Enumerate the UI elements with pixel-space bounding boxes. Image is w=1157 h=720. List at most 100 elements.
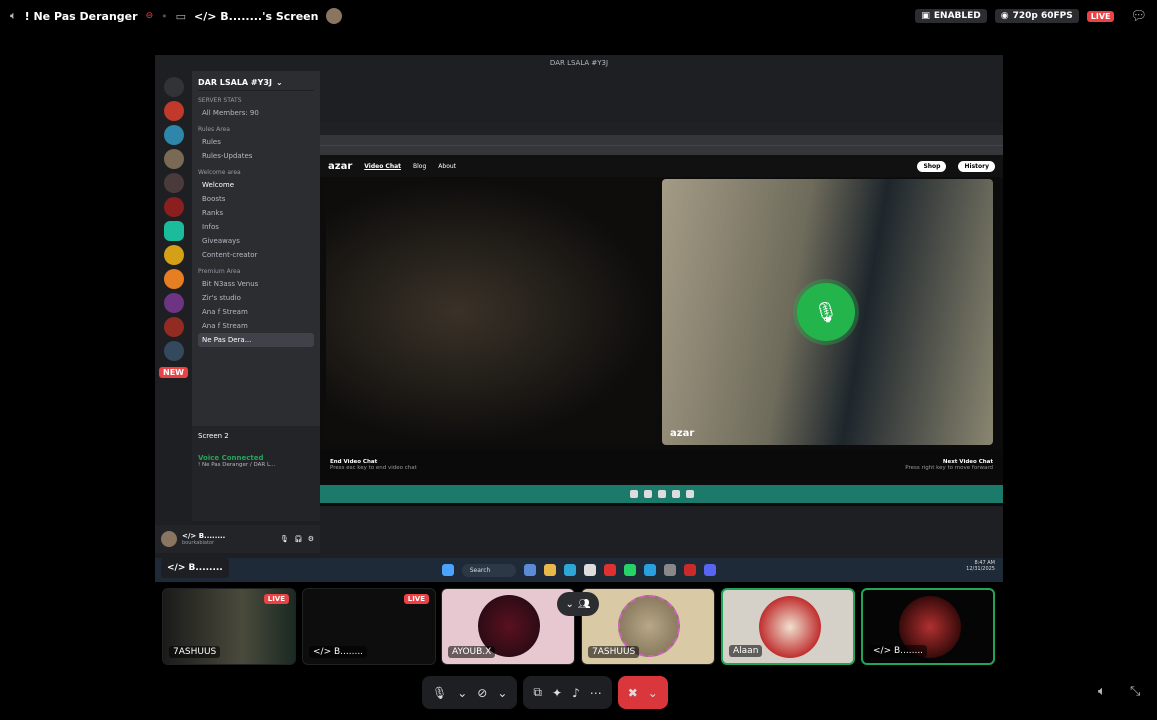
gear-icon[interactable]: ⚙ xyxy=(308,535,314,543)
exit-fullscreen-icon[interactable]: ⤡ xyxy=(1130,684,1140,699)
camera-off-icon[interactable]: ⊘ xyxy=(477,686,487,700)
channel-list: DAR LSALA #Y3J ⌄ SERVER STATS All Member… xyxy=(192,71,320,426)
channel-item[interactable]: Ana f Stream xyxy=(198,319,314,333)
app-icon[interactable] xyxy=(624,564,637,576)
enabled-badge[interactable]: ▣ ENABLED xyxy=(915,9,987,23)
app-icon[interactable] xyxy=(657,490,666,498)
leave-call-icon[interactable]: ✖ xyxy=(628,686,638,700)
channel-item[interactable]: Giveaways xyxy=(198,234,314,248)
server-icon[interactable] xyxy=(163,341,184,361)
mic-icon[interactable]: 🎙︎ xyxy=(432,686,447,700)
participant-name: 7ASHUUS xyxy=(588,646,640,658)
chevron-down-icon[interactable]: ⌄ xyxy=(648,686,658,700)
server-icon[interactable] xyxy=(163,101,184,121)
category-header[interactable]: Rules Area xyxy=(198,126,314,133)
nav-blog[interactable]: Blog xyxy=(413,163,426,170)
streamer-name-tag: </> B........ xyxy=(161,558,229,578)
channel-item[interactable]: Boosts xyxy=(198,192,314,206)
separator-dot: • xyxy=(161,9,168,23)
app-icon[interactable] xyxy=(584,564,597,576)
collapse-tiles-button[interactable]: ⌄ 👥︎ xyxy=(557,592,599,616)
start-icon[interactable] xyxy=(629,490,638,498)
participant-tile[interactable]: LIVE </> B........ xyxy=(302,588,436,665)
server-icon[interactable] xyxy=(163,317,184,337)
participant-name: </> B........ xyxy=(869,645,928,657)
channel-item[interactable]: Infos xyxy=(198,220,314,234)
volume-icon[interactable]: 🔈︎ xyxy=(1098,684,1106,699)
mic-icon[interactable]: 🎙︎ xyxy=(797,283,855,341)
voice-connected-status[interactable]: Voice Connected xyxy=(198,454,314,462)
app-icon[interactable] xyxy=(704,564,717,576)
taskbar-search[interactable]: Search xyxy=(461,563,517,577)
stream-view[interactable]: DAR LSALA #Y3J NEW DAR LSALA #Y3J ⌄ SERV… xyxy=(155,55,1003,582)
app-icon[interactable] xyxy=(671,490,680,498)
server-icon[interactable] xyxy=(163,125,184,145)
screen-icon: ▭ xyxy=(175,9,187,23)
channel-item[interactable]: Rules-Updates xyxy=(198,149,314,163)
category-header[interactable]: Premium Area xyxy=(198,268,314,275)
eye-icon: ◉ xyxy=(1000,11,1009,21)
app-icon[interactable] xyxy=(604,564,617,576)
activities-icon[interactable]: ✦ xyxy=(552,686,562,700)
app-icon[interactable] xyxy=(684,564,697,576)
server-icon[interactable] xyxy=(163,245,184,265)
windows-taskbar: Search xyxy=(155,558,1003,582)
server-icon[interactable] xyxy=(163,197,184,217)
channel-item[interactable]: Ranks xyxy=(198,206,314,220)
history-button[interactable]: History xyxy=(958,160,995,172)
server-icon[interactable] xyxy=(163,269,184,289)
channel-item[interactable]: Rules xyxy=(198,135,314,149)
category-header[interactable]: SERVER STATS xyxy=(198,97,314,104)
participant-tile[interactable]: </> B........ xyxy=(861,588,995,665)
chevron-down-icon[interactable]: ⌄ xyxy=(497,686,507,700)
end-chat[interactable]: End Video Chat Press esc key to end vide… xyxy=(330,459,417,471)
app-icon[interactable] xyxy=(643,490,652,498)
server-icon[interactable] xyxy=(163,293,184,313)
call-header: 🔈︎ ! Ne Pas Deranger ⊖ • ▭ </> B........… xyxy=(0,0,1157,32)
chat-icon[interactable]: 💬︎ xyxy=(1130,9,1147,24)
nav-about[interactable]: About xyxy=(438,163,456,170)
browser-tabs[interactable] xyxy=(320,123,1003,135)
voice-channel-name: ! Ne Pas Deranger xyxy=(24,9,138,23)
next-chat[interactable]: Next Video Chat Press right key to move … xyxy=(905,459,993,471)
nav-video-chat[interactable]: Video Chat xyxy=(364,163,401,170)
screenshare-icon[interactable]: ⧉ xyxy=(533,685,542,700)
participant-tile[interactable]: Alaan xyxy=(721,588,855,665)
mic-icon[interactable]: 🎙︎ xyxy=(280,535,289,543)
server-header[interactable]: DAR LSALA #Y3J ⌄ xyxy=(198,75,314,91)
participant-tile[interactable]: AYOUB.X xyxy=(441,588,575,665)
leave-group: ✖ ⌄ xyxy=(617,676,668,709)
server-icon[interactable] xyxy=(163,149,184,169)
participant-tile[interactable]: 7ASHUUS xyxy=(581,588,715,665)
category-header[interactable]: Welcome area xyxy=(198,169,314,176)
app-icon[interactable] xyxy=(564,564,577,576)
app-icon[interactable] xyxy=(544,564,557,576)
speaker-icon: 🔈︎ xyxy=(10,9,17,22)
app-icon[interactable] xyxy=(685,490,694,498)
server-icon[interactable] xyxy=(163,221,184,241)
azar-logo[interactable]: azar xyxy=(328,161,352,172)
chevron-down-icon[interactable]: ⌄ xyxy=(457,686,467,700)
avatar[interactable] xyxy=(161,531,177,547)
app-icon[interactable] xyxy=(644,564,657,576)
discord-home-icon[interactable] xyxy=(163,77,184,97)
app-icon[interactable] xyxy=(524,564,537,576)
server-icon[interactable] xyxy=(163,173,184,193)
channel-item[interactable]: Zir's studio xyxy=(198,291,314,305)
channel-item[interactable]: Content-creator xyxy=(198,248,314,262)
shop-button[interactable]: Shop xyxy=(917,160,947,172)
channel-item-active[interactable]: Ne Pas Dera... xyxy=(198,333,314,347)
stream-quality: ◉ 720p 60FPS xyxy=(994,9,1079,23)
channel-item[interactable]: Ana f Stream xyxy=(198,305,314,319)
app-icon[interactable] xyxy=(664,564,677,576)
windows-start-icon[interactable] xyxy=(441,564,454,576)
headphones-icon[interactable]: 🎧︎ xyxy=(294,535,303,543)
soundboard-icon[interactable]: ♪ xyxy=(572,686,580,700)
participant-name: Alaan xyxy=(729,645,763,657)
channel-item[interactable]: All Members: 90 xyxy=(198,106,314,120)
more-icon[interactable]: ⋯ xyxy=(590,686,602,700)
participant-tile[interactable]: LIVE 7ASHUUS xyxy=(162,588,296,665)
channel-item[interactable]: Bit N3ass Venus xyxy=(198,277,314,291)
channel-item[interactable]: Welcome xyxy=(198,178,314,192)
address-bar[interactable] xyxy=(320,135,1003,145)
